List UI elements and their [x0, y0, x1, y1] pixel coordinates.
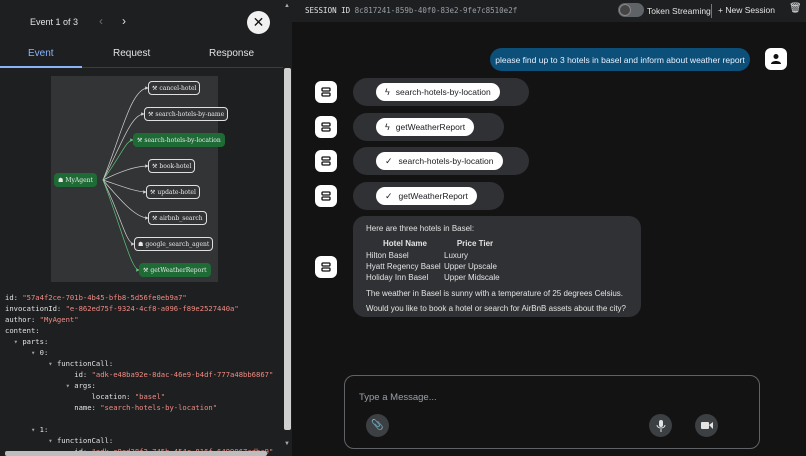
session-id-label: SESSION ID 8c817241-859b-40f0-83e2-9fe7c… — [305, 6, 518, 15]
tab-indicator — [0, 66, 82, 68]
user-message: please find up to 3 hotels in basel and … — [490, 48, 750, 71]
event-panel: Event 1 of 3 ‹ › ✕ Event Request Respons… — [0, 0, 283, 456]
graph-node-cancel-hotel[interactable]: ⚒ cancel-hotel — [148, 81, 201, 95]
bolt-icon: ϟ — [385, 122, 390, 132]
wrench-icon: ⚒ — [148, 110, 154, 118]
bot-avatar-icon — [315, 116, 337, 138]
bot-reply-bubble: Here are three hotels in Basel: Hotel Na… — [353, 216, 641, 317]
horizontal-scrollbar[interactable] — [5, 451, 267, 456]
video-button[interactable] — [695, 414, 718, 437]
column-header: Hotel Name — [382, 239, 427, 248]
reply-intro: Here are three hotels in Basel: — [366, 224, 475, 233]
function-call-bubble: ϟ getWeatherReport — [353, 113, 504, 141]
table-row: Hilton Basel Luxury — [366, 251, 469, 260]
bot-avatar-icon — [315, 150, 337, 172]
graph-node-google-search-agent[interactable]: ☗ google_search_agent — [134, 237, 214, 251]
check-icon: ✓ — [385, 155, 393, 166]
graph-node-airbnb-search[interactable]: ⚒ airbnb_search — [148, 211, 207, 225]
prev-event-button[interactable]: ‹ — [99, 14, 103, 28]
function-response-bubble: ✓ search-hotels-by-location — [353, 147, 529, 175]
delete-session-icon[interactable]: 🗑 — [789, 3, 802, 14]
caret-icon: ▾ — [30, 348, 36, 357]
chat-panel: SESSION ID 8c817241-859b-40f0-83e2-9fe7c… — [292, 0, 806, 456]
divider — [711, 4, 712, 18]
bolt-icon: ϟ — [385, 87, 390, 97]
agent-graph: ☗ MyAgent ⚒ cancel-hotel ⚒ search-hotels-by… — [51, 76, 229, 282]
reply-weather: The weather in Basel is sunny with a tem… — [366, 289, 624, 298]
close-panel-button[interactable]: ✕ — [247, 11, 270, 34]
panel-scrollbar[interactable]: ▲ ▼ — [283, 0, 292, 456]
graph-node-get-weather-report[interactable]: ⚒ getWeatherReport — [139, 263, 211, 277]
new-session-button[interactable]: + New Session — [718, 5, 775, 15]
session-id-value: 8c817241-859b-40f0-83e2-9fe7c8510e2f — [354, 6, 518, 15]
wrench-icon: ⚒ — [150, 188, 156, 196]
wrench-icon: ⚒ — [152, 84, 158, 92]
graph-node-search-hotels-by-location[interactable]: ⚒ search-hotels-by-location — [133, 133, 225, 147]
toggle-knob — [619, 4, 631, 16]
reply-question: Would you like to book a hotel or search… — [366, 304, 626, 313]
bot-avatar-icon — [315, 185, 337, 207]
wrench-icon: ⚒ — [152, 162, 158, 170]
hotel-table: Hotel Name Price Tier Hilton Basel Luxury… — [366, 239, 506, 283]
table-header-row: Hotel Name Price Tier — [366, 239, 506, 250]
caret-icon: ▾ — [30, 425, 36, 434]
tab-response[interactable]: Response — [209, 48, 254, 59]
event-json-tree: id: "57a4f2ce-701b-4b45-bfb8-5d56fe0eb9a… — [5, 293, 274, 456]
microphone-button[interactable] — [649, 414, 672, 437]
caret-icon: ▾ — [13, 337, 18, 346]
function-call-bubble: ϟ search-hotels-by-location — [353, 78, 529, 106]
robot-icon: ☗ — [138, 240, 144, 248]
token-streaming-toggle[interactable] — [618, 3, 644, 17]
check-icon: ✓ — [385, 190, 393, 201]
graph-node-root[interactable]: ☗ MyAgent — [54, 173, 97, 187]
tab-event[interactable]: Event — [28, 48, 54, 59]
tab-request[interactable]: Request — [113, 48, 150, 59]
bot-avatar-icon — [315, 81, 337, 103]
function-response-chip[interactable]: ✓ getWeatherReport — [376, 187, 477, 205]
session-topbar: SESSION ID 8c817241-859b-40f0-83e2-9fe7c… — [292, 0, 806, 22]
scroll-down-icon[interactable]: ▼ — [284, 441, 290, 447]
plus-icon: + — [718, 5, 723, 15]
function-response-bubble: ✓ getWeatherReport — [353, 182, 504, 210]
graph-node-book-hotel[interactable]: ⚒ book-hotel — [148, 159, 196, 173]
graph-node-update-hotel[interactable]: ⚒ update-hotel — [146, 185, 200, 199]
message-input[interactable]: Type a Message... — [359, 392, 437, 403]
caret-icon: ▾ — [65, 381, 70, 390]
wrench-icon: ⚒ — [152, 214, 158, 222]
video-camera-icon — [700, 422, 713, 429]
wrench-icon: ⚒ — [143, 266, 149, 274]
graph-node-search-hotels-by-name[interactable]: ⚒ search-hotels-by-name — [144, 107, 229, 121]
table-row: Holiday Inn Basel Upper Midscale — [366, 273, 500, 282]
column-header: Price Tier — [456, 239, 494, 248]
wrench-icon: ⚒ — [137, 136, 143, 144]
message-composer[interactable]: Type a Message... 📎 — [344, 375, 760, 449]
function-response-chip[interactable]: ✓ search-hotels-by-location — [376, 152, 503, 170]
caret-icon: ▾ — [48, 359, 53, 368]
function-call-chip[interactable]: ϟ getWeatherReport — [376, 118, 475, 136]
next-event-button[interactable]: › — [122, 14, 126, 28]
caret-icon: ▾ — [48, 436, 53, 445]
function-call-chip[interactable]: ϟ search-hotels-by-location — [376, 83, 500, 101]
event-counter: Event 1 of 3 — [30, 17, 79, 27]
scrollbar-thumb[interactable] — [284, 68, 291, 430]
bot-avatar-icon — [315, 256, 337, 278]
user-avatar-icon — [765, 48, 787, 70]
table-row: Hyatt Regency Basel Upper Upscale — [366, 262, 497, 271]
event-header: Event 1 of 3 ‹ › ✕ — [0, 0, 283, 44]
event-tabs: Event Request Response — [0, 44, 283, 68]
paperclip-icon: 📎 — [371, 420, 384, 431]
token-streaming-label: Token Streaming — [647, 6, 711, 16]
robot-icon: ☗ — [58, 176, 64, 184]
attach-button[interactable]: 📎 — [366, 414, 389, 437]
close-icon: ✕ — [252, 14, 265, 30]
scroll-up-icon[interactable]: ▲ — [284, 3, 290, 9]
microphone-icon — [656, 419, 665, 432]
